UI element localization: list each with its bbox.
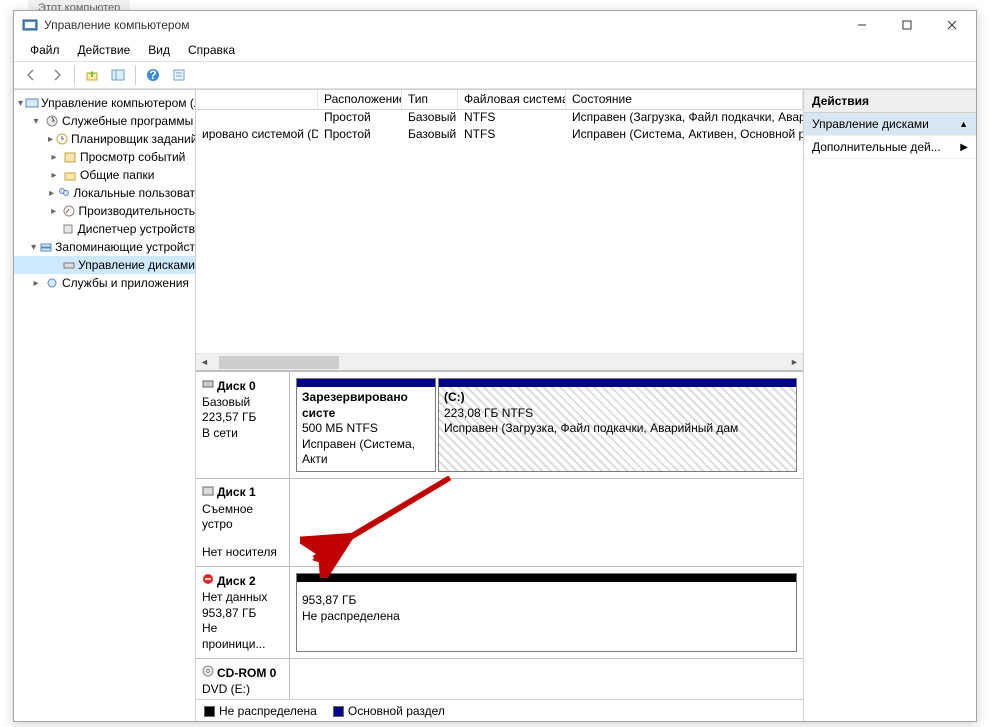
help-button[interactable]: ? [142, 64, 164, 86]
legend-swatch-primary [333, 706, 344, 717]
legend-label: Основной раздел [348, 704, 445, 718]
device-icon [61, 221, 76, 237]
scroll-left[interactable]: ◄ [196, 354, 213, 371]
volume-list-header[interactable]: Расположение Тип Файловая система Состоя… [196, 90, 803, 110]
tree-label: Управление дисками [78, 258, 195, 272]
titlebar[interactable]: Управление компьютером [14, 11, 976, 39]
mmc-window: Управление компьютером Файл Действие Вид… [13, 10, 977, 722]
partition-unallocated[interactable]: 953,87 ГБ Не распределена [296, 573, 797, 652]
properties-button[interactable] [168, 64, 190, 86]
close-button[interactable] [929, 11, 974, 39]
forward-button[interactable] [46, 64, 68, 86]
collapse-icon: ▲ [959, 119, 968, 129]
legend-label: Не распределена [219, 704, 317, 718]
action-label: Дополнительные дей... [812, 140, 941, 154]
menu-help[interactable]: Справка [180, 41, 243, 59]
partition-c[interactable]: (C:) 223,08 ГБ NTFS Исправен (Загрузка, … [438, 378, 797, 472]
disk-row-cdrom[interactable]: CD-ROM 0 DVD (E:) [196, 659, 803, 699]
chevron-right-icon: ▶ [960, 142, 968, 153]
tree-storage[interactable]: ▾Запоминающие устройст [14, 238, 195, 256]
event-icon [62, 149, 78, 165]
perf-icon [61, 203, 76, 219]
tree-label: Планировщик заданий [71, 132, 196, 146]
maximize-button[interactable] [884, 11, 929, 39]
disk-info: CD-ROM 0 DVD (E:) [196, 659, 290, 699]
nav-tree[interactable]: ▾Управление компьютером (л ▾Служебные пр… [14, 90, 196, 721]
tree-disk-management[interactable]: Управление дисками [14, 256, 195, 274]
tree-label: Службы и приложения [62, 276, 189, 290]
menu-file[interactable]: Файл [22, 41, 68, 59]
toolbar: ? [14, 61, 976, 89]
tree-shared-folders[interactable]: ▸Общие папки [14, 166, 195, 184]
hdd-icon [202, 378, 214, 395]
tools-icon [44, 113, 60, 129]
users-icon [57, 185, 71, 201]
volume-rows: Простой Базовый NTFS Исправен (Загрузка,… [196, 110, 803, 353]
partition-system-reserved[interactable]: Зарезервировано систе 500 МБ NTFS Исправ… [296, 378, 436, 472]
tree-label: Служебные программы [62, 114, 193, 128]
tree-label: Управление компьютером (л [41, 96, 196, 110]
disk-info: Диск 2 Нет данных 953,87 ГБ Не проиници.… [196, 567, 290, 658]
action-label: Управление дисками [812, 117, 929, 131]
legend-swatch-unallocated [204, 706, 215, 717]
disk-row-disk2[interactable]: Диск 2 Нет данных 953,87 ГБ Не проиници.… [196, 567, 803, 659]
volume-row[interactable]: Простой Базовый NTFS Исправен (Загрузка,… [196, 110, 803, 127]
app-icon [22, 17, 38, 33]
volume-list[interactable]: Расположение Тип Файловая система Состоя… [196, 90, 803, 370]
tree-root-computer-management[interactable]: ▾Управление компьютером (л [14, 94, 195, 112]
error-icon [202, 573, 214, 590]
disk-row-disk0[interactable]: Диск 0 Базовый 223,57 ГБ В сети Зарезерв… [196, 372, 803, 479]
disk-row-disk1[interactable]: Диск 1 Съемное устро Нет носителя [196, 479, 803, 567]
back-button[interactable] [20, 64, 42, 86]
storage-icon [39, 239, 53, 255]
tree-services[interactable]: ▸Службы и приложения [14, 274, 195, 292]
tree-label: Общие папки [80, 168, 154, 182]
tree-task-scheduler[interactable]: ▸Планировщик заданий [14, 130, 195, 148]
menu-view[interactable]: Вид [140, 41, 178, 59]
action-more[interactable]: Дополнительные дей... ▶ [804, 136, 976, 159]
tree-label: Производительность [79, 204, 195, 218]
col-volume[interactable] [196, 90, 318, 109]
tree-performance[interactable]: ▸Производительность [14, 202, 195, 220]
actions-header: Действия [804, 90, 976, 113]
folder-icon [62, 167, 78, 183]
services-icon [44, 275, 60, 291]
action-disk-management[interactable]: Управление дисками ▲ [804, 113, 976, 136]
tree-local-users[interactable]: ▸Локальные пользоват [14, 184, 195, 202]
col-layout[interactable]: Расположение [318, 90, 402, 109]
tree-label: Запоминающие устройст [55, 240, 195, 254]
menu-action[interactable]: Действие [70, 41, 139, 59]
disk-info: Диск 1 Съемное устро Нет носителя [196, 479, 290, 566]
tree-system-tools[interactable]: ▾Служебные программы [14, 112, 195, 130]
minimize-button[interactable] [839, 11, 884, 39]
col-type[interactable]: Тип [402, 90, 458, 109]
window-title: Управление компьютером [44, 18, 839, 32]
main-body: ▾Управление компьютером (л ▾Служебные пр… [14, 89, 976, 721]
col-filesystem[interactable]: Файловая система [458, 90, 566, 109]
up-level-button[interactable] [81, 64, 103, 86]
clock-icon [55, 131, 69, 147]
horizontal-scrollbar[interactable]: ◄ ► [196, 353, 803, 370]
disk-info: Диск 0 Базовый 223,57 ГБ В сети [196, 372, 290, 478]
scroll-right[interactable]: ► [786, 354, 803, 371]
tree-event-viewer[interactable]: ▸Просмотр событий [14, 148, 195, 166]
tree-device-manager[interactable]: Диспетчер устройств [14, 220, 195, 238]
actions-pane: Действия Управление дисками ▲ Дополнител… [804, 90, 976, 721]
disk-icon [61, 257, 76, 273]
removable-icon [202, 485, 214, 502]
svg-text:?: ? [149, 68, 156, 82]
tree-label: Диспетчер устройств [78, 222, 195, 236]
legend: Не распределена Основной раздел [196, 699, 803, 721]
volume-row[interactable]: ировано системой (D:) Простой Базовый NT… [196, 127, 803, 144]
computer-icon [25, 95, 39, 111]
tree-label: Просмотр событий [80, 150, 185, 164]
tree-label: Локальные пользоват [73, 186, 195, 200]
show-tree-button[interactable] [107, 64, 129, 86]
cdrom-icon [202, 665, 214, 682]
menubar: Файл Действие Вид Справка [14, 39, 976, 61]
center-pane: Расположение Тип Файловая система Состоя… [196, 90, 804, 721]
disk-map: Диск 0 Базовый 223,57 ГБ В сети Зарезерв… [196, 370, 803, 699]
col-status[interactable]: Состояние [566, 90, 803, 109]
